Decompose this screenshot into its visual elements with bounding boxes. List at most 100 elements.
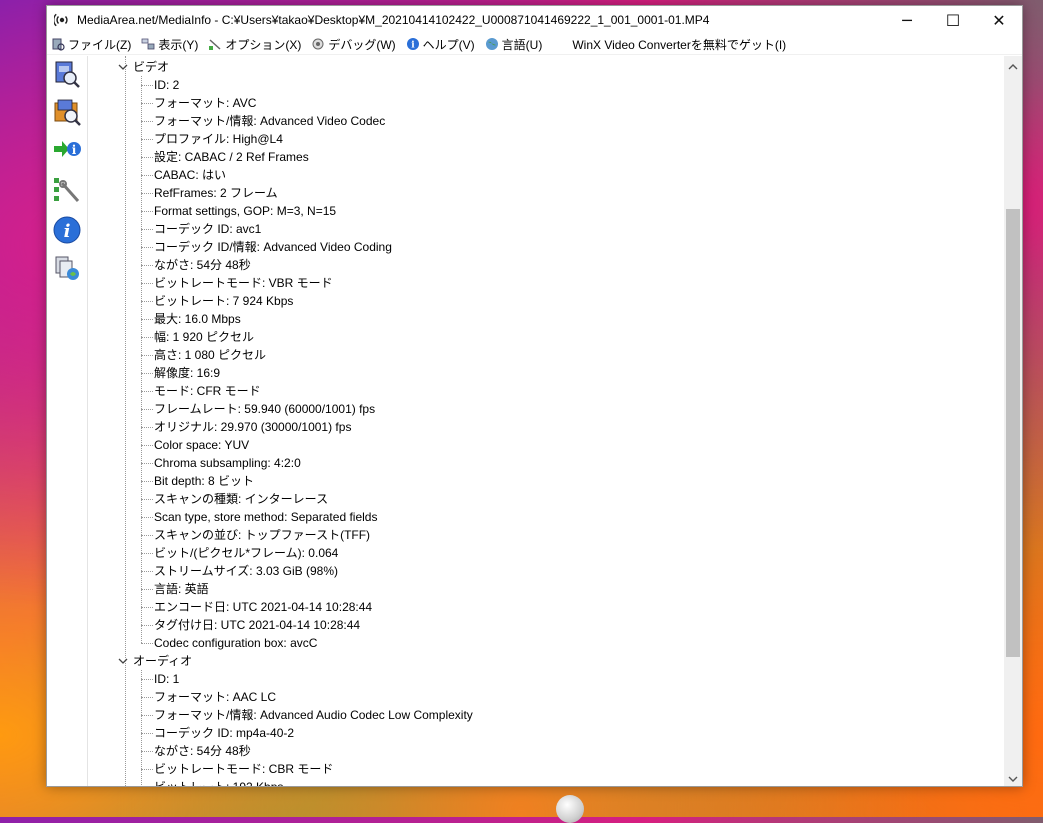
- tree-branch-connector: [141, 211, 153, 212]
- tree-section-label: オーディオ: [133, 654, 193, 668]
- scroll-thumb[interactable]: [1006, 209, 1020, 657]
- tree-item[interactable]: 解像度: 16:9: [154, 364, 220, 382]
- tree-branch-connector: [141, 319, 153, 320]
- vertical-scrollbar[interactable]: [1004, 56, 1022, 786]
- tree-item[interactable]: Codec configuration box: avcC: [154, 634, 317, 652]
- tree-branch-connector: [141, 607, 153, 608]
- menu-language[interactable]: 言語(U): [485, 36, 543, 53]
- tree-branch-connector: [141, 175, 153, 176]
- open-file-button[interactable]: [51, 60, 83, 92]
- tree-item[interactable]: プロファイル: High@L4: [154, 130, 283, 148]
- tree-branch-connector: [141, 427, 153, 428]
- tree-item[interactable]: Format settings, GOP: M=3, N=15: [154, 202, 336, 220]
- tree-item[interactable]: タグ付け日: UTC 2021-04-14 10:28:44: [154, 616, 360, 634]
- tree-branch-connector: [141, 157, 153, 158]
- globe-icon: [485, 37, 499, 51]
- tree-item[interactable]: スキャンの並び: トップファースト(TFF): [154, 526, 370, 544]
- maximize-button[interactable]: ☐: [930, 6, 976, 34]
- tree-branch-connector: [141, 247, 153, 248]
- side-toolbar: i i: [47, 56, 87, 786]
- menu-file-label: ファイル(Z): [68, 37, 132, 52]
- tree-item[interactable]: コーデック ID: avc1: [154, 220, 261, 238]
- tree-item[interactable]: ID: 2: [154, 76, 179, 94]
- tree-item[interactable]: 幅: 1 920 ピクセル: [154, 328, 254, 346]
- open-folder-icon: [52, 97, 82, 131]
- tree-branch-connector: [141, 553, 153, 554]
- scroll-up-button[interactable]: [1004, 56, 1022, 74]
- tree-branch-connector: [141, 769, 153, 770]
- chevron-down-icon[interactable]: [117, 61, 129, 73]
- chevron-down-icon[interactable]: [117, 655, 129, 667]
- about-icon: i: [52, 215, 82, 249]
- tree-branch-connector: [141, 409, 153, 410]
- tree-item[interactable]: ビット/(ピクセル*フレーム): 0.064: [154, 544, 338, 562]
- tree-item[interactable]: CABAC: はい: [154, 166, 226, 184]
- tree-item[interactable]: 設定: CABAC / 2 Ref Frames: [154, 148, 309, 166]
- tree-item[interactable]: ながさ: 54分 48秒: [154, 256, 251, 274]
- menu-promo[interactable]: WinX Video Converterを無料でゲット(I): [572, 36, 786, 53]
- tree-item[interactable]: フォーマット: AVC: [154, 94, 256, 112]
- menu-debug[interactable]: デバッグ(W): [311, 36, 396, 53]
- tree-branch-connector: [141, 589, 153, 590]
- tree-item[interactable]: ビットレート: 192 Kbps: [154, 778, 283, 786]
- tree-item[interactable]: ビットレート: 7 924 Kbps: [154, 292, 293, 310]
- tree-item[interactable]: フォーマット: AAC LC: [154, 688, 276, 706]
- tree-item[interactable]: 言語: 英語: [154, 580, 209, 598]
- tree-branch-connector: [141, 445, 153, 446]
- tree-branch-connector: [141, 283, 153, 284]
- tree-branch-connector: [141, 715, 153, 716]
- tree-item[interactable]: オリジナル: 29.970 (30000/1001) fps: [154, 418, 351, 436]
- options-menu-icon: [208, 37, 222, 51]
- tree-item[interactable]: Color space: YUV: [154, 436, 249, 454]
- mediainfo-app-icon: [53, 11, 71, 29]
- about-button[interactable]: i: [51, 216, 83, 248]
- tree-item[interactable]: Chroma subsampling: 4:2:0: [154, 454, 301, 472]
- tree-branch-connector: [141, 535, 153, 536]
- tree-item[interactable]: RefFrames: 2 フレーム: [154, 184, 278, 202]
- tree-item[interactable]: モード: CFR モード: [154, 382, 261, 400]
- menu-options[interactable]: オプション(X): [208, 36, 301, 53]
- svg-text:i: i: [64, 221, 71, 242]
- knowledge-base-button[interactable]: [51, 254, 83, 286]
- minimize-button[interactable]: ─: [884, 6, 930, 34]
- tree-item[interactable]: ストリームサイズ: 3.03 GiB (98%): [154, 562, 338, 580]
- info-tree-panel[interactable]: ビデオ ID: 2 フォーマット: AVC フォーマット/情報: Advanced V…: [89, 56, 1004, 786]
- tree-branch-connector: [141, 499, 153, 500]
- tree-item[interactable]: フォーマット/情報: Advanced Video Codec: [154, 112, 385, 130]
- tree-item[interactable]: フレームレート: 59.940 (60000/1001) fps: [154, 400, 375, 418]
- scroll-down-button[interactable]: [1004, 768, 1022, 786]
- tree-branch-connector: [141, 265, 153, 266]
- tree-root-line: [125, 56, 126, 786]
- close-button[interactable]: ✕: [976, 6, 1022, 34]
- file-menu-icon: [51, 37, 65, 51]
- menu-file[interactable]: ファイル(Z): [51, 36, 131, 53]
- tree-item[interactable]: Scan type, store method: Separated field…: [154, 508, 377, 526]
- tree-item[interactable]: スキャンの種類: インターレース: [154, 490, 328, 508]
- tree-item[interactable]: エンコード日: UTC 2021-04-14 10:28:44: [154, 598, 372, 616]
- tree-item[interactable]: 高さ: 1 080 ピクセル: [154, 346, 266, 364]
- tree-branch-connector: [141, 571, 153, 572]
- tree-guide-line: [141, 670, 142, 786]
- background-decoration: [556, 795, 584, 823]
- tree-item[interactable]: ながさ: 54分 48秒: [154, 742, 251, 760]
- tree-item[interactable]: 最大: 16.0 Mbps: [154, 310, 241, 328]
- tree-branch-connector: [141, 85, 153, 86]
- tree-item[interactable]: Bit depth: 8 ビット: [154, 472, 254, 490]
- tree-item[interactable]: ビットレートモード: VBR モード: [154, 274, 333, 292]
- open-folder-button[interactable]: [51, 98, 83, 130]
- preferences-button[interactable]: [51, 176, 83, 208]
- tree-item[interactable]: コーデック ID: mp4a-40-2: [154, 724, 294, 742]
- tree-item[interactable]: ID: 1: [154, 670, 179, 688]
- menu-help[interactable]: i ヘルプ(V): [406, 36, 475, 53]
- tree-item[interactable]: ビットレートモード: CBR モード: [154, 760, 333, 778]
- svg-text:i: i: [411, 41, 415, 51]
- menu-language-label: 言語(U): [501, 37, 543, 52]
- tree-section-audio[interactable]: オーディオ: [117, 652, 192, 670]
- tree-item[interactable]: フォーマット/情報: Advanced Audio Codec Low Comp…: [154, 706, 473, 724]
- export-button[interactable]: i: [51, 136, 83, 168]
- menu-bar: ファイル(Z) 表示(Y) オプション(X) デバッグ(W) i ヘルプ(V): [47, 34, 1022, 55]
- menu-view[interactable]: 表示(Y): [141, 36, 198, 53]
- tree-branch-connector: [141, 463, 153, 464]
- tree-item[interactable]: コーデック ID/情報: Advanced Video Coding: [154, 238, 392, 256]
- menu-debug-label: デバッグ(W): [328, 37, 396, 52]
